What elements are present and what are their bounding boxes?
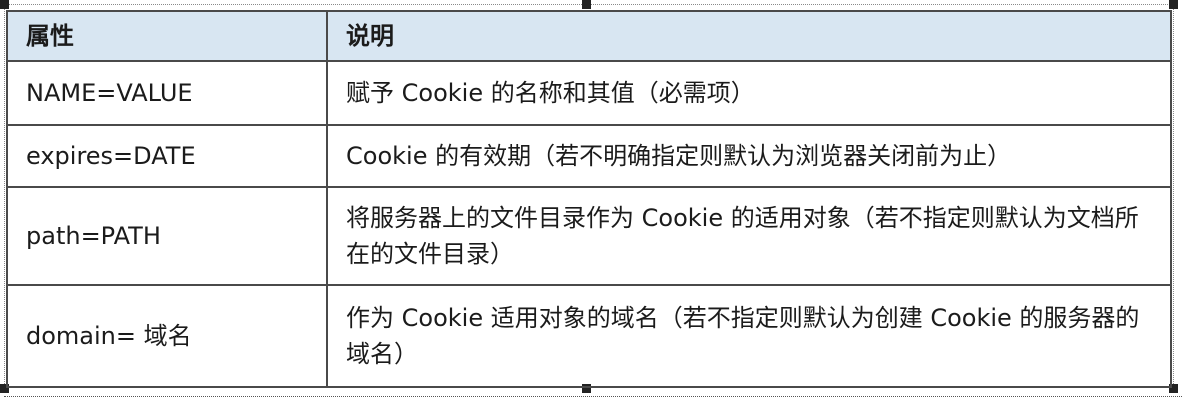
description-cell: 将服务器上的文件目录作为 Cookie 的适用对象（若不指定则默认为文档所在的文… bbox=[326, 186, 1172, 286]
attribute-cell: domain= 域名 bbox=[6, 284, 328, 388]
table-row: path=PATH 将服务器上的文件目录作为 Cookie 的适用对象（若不指定… bbox=[6, 186, 1172, 286]
header-description: 说明 bbox=[326, 10, 1172, 62]
resize-handle-top-center[interactable] bbox=[582, 0, 591, 9]
table-header-row: 属性 说明 bbox=[6, 10, 1172, 62]
table-row: expires=DATE Cookie 的有效期（若不明确指定则默认为浏览器关闭… bbox=[6, 124, 1172, 188]
table-row: NAME=VALUE 赋予 Cookie 的名称和其值（必需项） bbox=[6, 60, 1172, 126]
description-cell: 赋予 Cookie 的名称和其值（必需项） bbox=[326, 60, 1172, 126]
header-attribute: 属性 bbox=[6, 10, 328, 62]
attribute-cell: expires=DATE bbox=[6, 124, 328, 188]
description-cell: Cookie 的有效期（若不明确指定则默认为浏览器关闭前为止） bbox=[326, 124, 1172, 188]
table-row: domain= 域名 作为 Cookie 适用对象的域名（若不指定则默认为创建 … bbox=[6, 284, 1172, 388]
cookie-attributes-table: 属性 说明 NAME=VALUE 赋予 Cookie 的名称和其值（必需项） e… bbox=[6, 10, 1172, 388]
description-cell: 作为 Cookie 适用对象的域名（若不指定则默认为创建 Cookie 的服务器… bbox=[326, 284, 1172, 388]
resize-handle-top-left[interactable] bbox=[0, 0, 9, 9]
resize-handle-top-right[interactable] bbox=[1169, 0, 1178, 9]
attribute-cell: NAME=VALUE bbox=[6, 60, 328, 126]
attribute-cell: path=PATH bbox=[6, 186, 328, 286]
dotted-guide-line bbox=[4, 396, 1182, 397]
